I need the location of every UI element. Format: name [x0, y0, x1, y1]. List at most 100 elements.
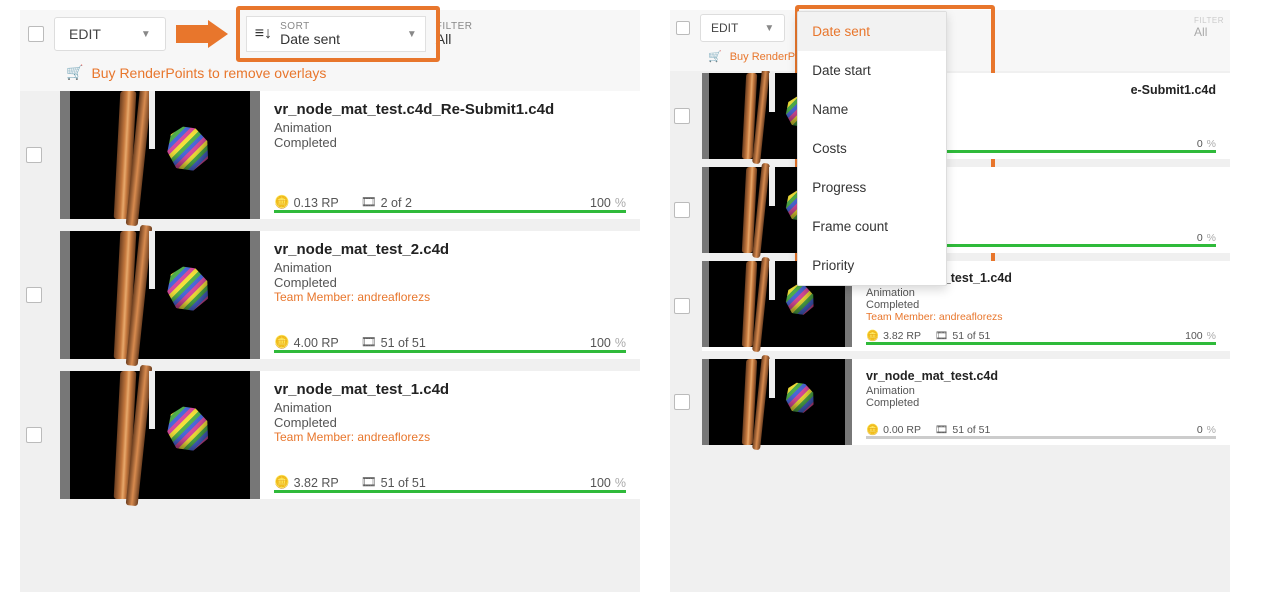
toolbar: EDIT ▼ ≡↓ Date sent Date start Name Cost…: [670, 10, 1230, 46]
job-type: Animation: [274, 400, 626, 415]
job-list: vr_node_mat_test.c4d_Re-Submit1.c4d Anim…: [20, 91, 640, 592]
coin-icon: 🪙: [274, 335, 290, 350]
progress-stat: 100 %: [590, 476, 626, 490]
job-stats: 🪙4.00 RP 🎞51 of 51 100 %: [274, 329, 626, 350]
frames-stat: 🎞51 of 51: [361, 335, 426, 350]
job-type: Animation: [274, 120, 626, 135]
cost-stat: 🪙0.13 RP: [274, 195, 339, 210]
row-checkbox[interactable]: [674, 202, 690, 218]
percent-icon: %: [1207, 424, 1216, 436]
sort-dropdown-menu: Date sent Date start Name Costs Progress…: [797, 11, 947, 286]
job-thumbnail: [702, 359, 852, 445]
filter-value: All: [1194, 26, 1224, 39]
cart-icon: 🛒: [708, 50, 722, 63]
coin-icon: 🪙: [866, 423, 879, 436]
job-row[interactable]: vr_node_mat_test.c4d_Re-Submit1.c4d Anim…: [60, 91, 640, 219]
sort-option-date-start[interactable]: Date start: [798, 51, 946, 90]
sort-option-costs[interactable]: Costs: [798, 129, 946, 168]
filter-control[interactable]: FILTER All: [1194, 17, 1224, 39]
buy-message: Buy RenderPoints to remove overlays: [91, 65, 326, 81]
filter-control[interactable]: FILTER All: [436, 21, 473, 47]
progress-stat: 100 %: [590, 196, 626, 210]
job-row[interactable]: vr_node_mat_test_2.c4d Animation Complet…: [60, 231, 640, 359]
job-stats: 🪙0.13 RP 🎞2 of 2 100 %: [274, 189, 626, 210]
job-team: Team Member: andreaflorezs: [274, 290, 626, 304]
job-title: vr_node_mat_test.c4d_Re-Submit1.c4d: [274, 101, 626, 118]
job-title: vr_node_mat_test.c4d: [866, 369, 1216, 383]
edit-label: EDIT: [69, 26, 101, 42]
row-checkbox[interactable]: [674, 298, 690, 314]
job-status: Completed: [274, 275, 626, 290]
job-title: vr_node_mat_test_2.c4d: [274, 241, 626, 258]
job-status: Completed: [866, 299, 1216, 311]
sort-option-date-sent[interactable]: Date sent: [798, 12, 946, 51]
job-stats: 🪙0.00 RP 🎞51 of 51 0 %: [866, 417, 1216, 436]
buy-renderpoints-link[interactable]: 🛒 Buy RenderPoints to remove overlays: [670, 46, 1230, 71]
row-checkbox[interactable]: [674, 394, 690, 410]
progress-stat: 100 %: [590, 336, 626, 350]
cost-stat: 🪙4.00 RP: [274, 335, 339, 350]
panel-sort-open: EDIT ▼ ≡↓ Date sent Date start Name Cost…: [670, 10, 1230, 592]
percent-icon: %: [1207, 232, 1216, 244]
sort-option-frame-count[interactable]: Frame count: [798, 207, 946, 246]
frames-stat: 🎞51 of 51: [361, 475, 426, 490]
job-row[interactable]: vr_node_mat_test_1.c4d Animation Complet…: [702, 261, 1230, 351]
frames-icon: 🎞: [361, 195, 377, 210]
chevron-down-icon: ▼: [141, 29, 151, 40]
frames-icon: 🎞: [935, 423, 948, 436]
select-all-checkbox[interactable]: [676, 21, 690, 35]
cart-icon: 🛒: [66, 64, 83, 81]
frames-stat: 🎞51 of 51: [935, 329, 990, 342]
job-status: Completed: [866, 397, 1216, 409]
job-team: Team Member: andreaflorezs: [274, 430, 626, 444]
job-stats: 🪙3.82 RP 🎞51 of 51 100 %: [274, 469, 626, 490]
frames-icon: 🎞: [361, 475, 377, 490]
job-thumbnail: [60, 371, 260, 499]
filter-value: All: [436, 32, 473, 47]
row-checkbox[interactable]: [674, 108, 690, 124]
edit-button[interactable]: EDIT ▼: [54, 17, 166, 51]
frames-icon: 🎞: [935, 329, 948, 342]
job-row[interactable]: vr_node_mat_test.c4d Animation Completed…: [702, 359, 1230, 445]
progress-stat: 0 %: [1197, 424, 1216, 436]
progress-bar: [866, 342, 1216, 345]
frames-stat: 🎞2 of 2: [361, 195, 412, 210]
job-row[interactable]: e-Submit1.c4d 0 %: [702, 73, 1230, 159]
job-row[interactable]: vr_node_mat_test_1.c4d Animation Complet…: [60, 371, 640, 499]
job-type: Animation: [866, 287, 1216, 299]
sort-icon: ≡↓: [255, 25, 272, 43]
coin-icon: 🪙: [274, 195, 290, 210]
job-type: Animation: [866, 385, 1216, 397]
row-checkbox[interactable]: [26, 147, 42, 163]
progress-bar: [274, 490, 626, 493]
panel-sort-closed: EDIT ▼ ≡↓ SORT Date sent ▼ FILTER All 🛒 …: [20, 10, 640, 592]
sort-option-progress[interactable]: Progress: [798, 168, 946, 207]
job-stats: 🪙3.82 RP 🎞51 of 51 100 %: [866, 323, 1216, 342]
coin-icon: 🪙: [274, 475, 290, 490]
edit-button[interactable]: EDIT ▼: [700, 14, 785, 42]
callout-arrow-icon: [176, 16, 236, 52]
sort-option-name[interactable]: Name: [798, 90, 946, 129]
job-status: Completed: [274, 135, 626, 150]
sort-option-priority[interactable]: Priority: [798, 246, 946, 285]
chevron-down-icon: ▼: [407, 29, 417, 40]
cost-stat: 🪙3.82 RP: [274, 475, 339, 490]
job-team: Team Member: andreaflorezs: [866, 311, 1216, 323]
percent-icon: %: [1207, 330, 1216, 342]
progress-bar: [866, 436, 1216, 439]
toolbar: EDIT ▼ ≡↓ SORT Date sent ▼ FILTER All: [20, 10, 640, 58]
cost-stat: 🪙3.82 RP: [866, 329, 921, 342]
edit-label: EDIT: [711, 21, 738, 35]
row-checkbox[interactable]: [26, 287, 42, 303]
sort-value: Date sent: [280, 32, 340, 47]
percent-icon: %: [615, 196, 626, 210]
job-row[interactable]: 0 %: [702, 167, 1230, 253]
sort-dropdown[interactable]: ≡↓ SORT Date sent ▼: [246, 16, 426, 52]
select-all-checkbox[interactable]: [28, 26, 44, 42]
buy-renderpoints-link[interactable]: 🛒 Buy RenderPoints to remove overlays: [20, 58, 640, 91]
percent-icon: %: [615, 336, 626, 350]
job-type: Animation: [274, 260, 626, 275]
percent-icon: %: [615, 476, 626, 490]
row-checkbox[interactable]: [26, 427, 42, 443]
job-status: Completed: [274, 415, 626, 430]
